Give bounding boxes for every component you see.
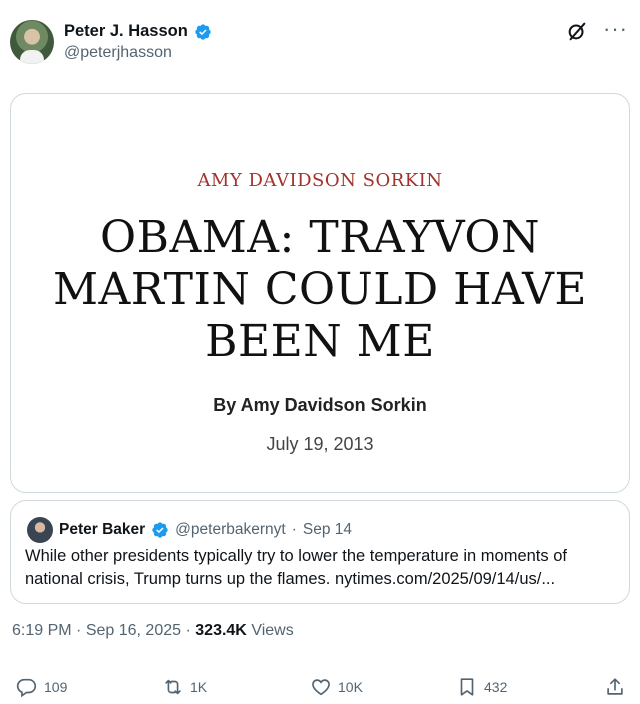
quoted-author-handle: @peterbakernyt xyxy=(175,521,286,538)
dot-separator: · xyxy=(76,622,86,639)
post-header: Peter J. Hasson @peterjhasson ··· xyxy=(10,18,630,68)
share-icon xyxy=(607,678,623,695)
post-meta: 6:19 PM · Sep 16, 2025 · 323.4K Views xyxy=(12,622,294,640)
avatar-figure xyxy=(20,50,44,64)
quoted-post-time: Sep 14 xyxy=(302,521,352,538)
post-time[interactable]: 6:19 PM xyxy=(12,622,72,639)
bookmark-count: 432 xyxy=(484,679,508,695)
article-title: OBAMA: TRAYVON MARTIN COULD HAVE BEEN ME xyxy=(52,212,588,367)
dot-separator: · xyxy=(291,521,297,538)
heart-icon xyxy=(312,679,330,696)
quoted-post-header: Peter Baker @peterbakernyt · Sep 14 xyxy=(27,517,352,543)
article-byline: By Amy Davidson Sorkin xyxy=(213,395,427,415)
author-handle[interactable]: @peterjhasson xyxy=(64,44,172,62)
verified-badge-icon xyxy=(152,522,168,538)
article-kicker: AMY DAVIDSON SORKIN xyxy=(197,170,443,191)
reply-count: 109 xyxy=(44,679,68,695)
share-button[interactable] xyxy=(604,676,626,698)
views-count: 323.4K xyxy=(195,622,247,639)
author-display-name[interactable]: Peter J. Hasson xyxy=(64,22,188,41)
repost-icon xyxy=(165,679,181,695)
grok-icon[interactable] xyxy=(566,20,588,42)
views-label: Views xyxy=(251,622,294,639)
reply-button[interactable]: 109 xyxy=(16,676,67,698)
more-icon[interactable]: ··· xyxy=(603,18,628,40)
quoted-post[interactable]: Peter Baker @peterbakernyt · Sep 14 Whil… xyxy=(10,500,630,604)
quoted-post-text: While other presidents typically try to … xyxy=(25,547,567,588)
like-count: 10K xyxy=(338,679,363,695)
like-button[interactable]: 10K xyxy=(310,676,363,698)
repost-button[interactable]: 1K xyxy=(162,676,207,698)
author-name-row: Peter J. Hasson xyxy=(64,22,212,41)
article-card[interactable]: AMY DAVIDSON SORKIN OBAMA: TRAYVON MARTI… xyxy=(10,93,630,493)
bookmark-icon xyxy=(460,678,474,696)
bookmark-button[interactable]: 432 xyxy=(456,676,507,698)
quoted-author-avatar xyxy=(27,517,53,543)
author-avatar[interactable] xyxy=(10,20,54,64)
article-date: July 19, 2013 xyxy=(266,434,374,454)
verified-badge-icon xyxy=(195,23,211,40)
dot-separator: · xyxy=(185,622,196,639)
post-date[interactable]: Sep 16, 2025 xyxy=(86,622,181,639)
action-bar: 109 1K 10K 432 xyxy=(16,676,628,702)
reply-icon xyxy=(16,678,37,698)
repost-count: 1K xyxy=(190,679,208,695)
quoted-author-name: Peter Baker xyxy=(59,521,146,538)
